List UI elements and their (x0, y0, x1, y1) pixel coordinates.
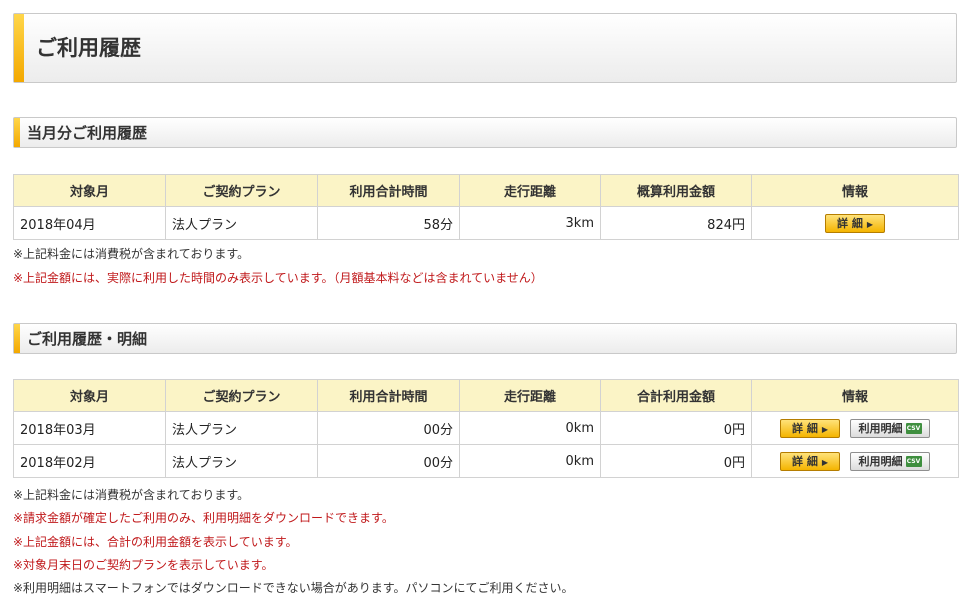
col-header-amount: 概算利用金額 (600, 174, 752, 207)
page-header: ご利用履歴 (13, 13, 957, 83)
note-month-end-plan: ※対象月末日のご契約プランを表示しています。 (13, 558, 274, 572)
col-header-info: 情報 (751, 174, 959, 207)
csv-icon: CSV (905, 423, 922, 434)
note-actual-time-only: ※上記金額には、実際に利用した時間のみ表示しています。（月額基本料などは含まれて… (13, 271, 543, 285)
table-row: 2018年04月 法人プラン 58分 3km 824円 詳 細 ▶ (13, 206, 959, 240)
cell-plan: 法人プラン (165, 206, 318, 240)
statement-download-button[interactable]: 利用明細 CSV (850, 451, 930, 471)
col-header-time: 利用合計時間 (317, 174, 460, 207)
header-accent-bar (14, 14, 24, 82)
note-tax-included: ※上記料金には消費税が含まれております。 (13, 247, 250, 261)
statement-button-label: 利用明細 (858, 454, 903, 468)
page-title: ご利用履歴 (36, 36, 141, 60)
col-header-info: 情報 (751, 379, 959, 412)
cell-month: 2018年02月 (13, 444, 166, 478)
cell-distance: 3km (459, 206, 601, 240)
cell-time: 00分 (317, 444, 460, 478)
col-header-plan: ご契約プラン (165, 379, 318, 412)
statement-button-label: 利用明細 (858, 421, 903, 435)
col-header-month: 対象月 (13, 379, 166, 412)
detail-button-label: 詳 細 (792, 421, 818, 435)
col-header-time: 利用合計時間 (317, 379, 460, 412)
cell-info: 詳 細 ▶ (751, 206, 959, 240)
section-accent-bar (14, 118, 20, 147)
history-section-header: ご利用履歴・明細 (13, 323, 957, 354)
note-smartphone-download: ※利用明細はスマートフォンではダウンロードできない場合があります。パソコンにてご… (13, 581, 574, 595)
col-header-distance: 走行距離 (459, 379, 601, 412)
table-header-row: 対象月 ご契約プラン 利用合計時間 走行距離 概算利用金額 情報 (13, 174, 959, 207)
table-header-row: 対象月 ご契約プラン 利用合計時間 走行距離 合計利用金額 情報 (13, 379, 959, 412)
history-table: 対象月 ご契約プラン 利用合計時間 走行距離 合計利用金額 情報 2018年03… (13, 379, 959, 478)
play-arrow-icon: ▶ (866, 219, 873, 229)
cell-month: 2018年04月 (13, 206, 166, 240)
current-month-section-title: 当月分ご利用履歴 (27, 124, 148, 142)
cell-distance: 0km (459, 444, 601, 478)
section-accent-bar (14, 324, 20, 353)
table-row: 2018年03月 法人プラン 00分 0km 0円 詳 細 ▶ 利用明細 CSV (13, 411, 959, 445)
note-download-confirmed-only: ※請求金額が確定したご利用のみ、利用明細をダウンロードできます。 (13, 511, 394, 525)
detail-button-label: 詳 細 (792, 454, 818, 468)
note-total-amount: ※上記金額には、合計の利用金額を表示しています。 (13, 535, 298, 549)
detail-button[interactable]: 詳 細 ▶ (780, 418, 840, 438)
col-header-distance: 走行距離 (459, 174, 601, 207)
col-header-amount: 合計利用金額 (600, 379, 752, 412)
detail-button[interactable]: 詳 細 ▶ (825, 213, 885, 233)
col-header-plan: ご契約プラン (165, 174, 318, 207)
current-month-table: 対象月 ご契約プラン 利用合計時間 走行距離 概算利用金額 情報 2018年04… (13, 174, 959, 240)
cell-info: 詳 細 ▶ 利用明細 CSV (751, 411, 959, 445)
col-header-month: 対象月 (13, 174, 166, 207)
play-arrow-icon: ▶ (821, 424, 828, 434)
detail-button[interactable]: 詳 細 ▶ (780, 451, 840, 471)
cell-plan: 法人プラン (165, 444, 318, 478)
detail-button-label: 詳 細 (837, 216, 863, 230)
play-arrow-icon: ▶ (821, 457, 828, 467)
statement-download-button[interactable]: 利用明細 CSV (850, 418, 930, 438)
cell-month: 2018年03月 (13, 411, 166, 445)
history-section-title: ご利用履歴・明細 (27, 330, 148, 348)
note-tax-included: ※上記料金には消費税が含まれております。 (13, 488, 250, 502)
cell-amount: 0円 (600, 411, 752, 445)
csv-icon: CSV (905, 456, 922, 467)
cell-amount: 824円 (600, 206, 752, 240)
cell-time: 58分 (317, 206, 460, 240)
table-row: 2018年02月 法人プラン 00分 0km 0円 詳 細 ▶ 利用明細 CSV (13, 444, 959, 478)
current-month-section-header: 当月分ご利用履歴 (13, 117, 957, 148)
cell-plan: 法人プラン (165, 411, 318, 445)
cell-info: 詳 細 ▶ 利用明細 CSV (751, 444, 959, 478)
cell-amount: 0円 (600, 444, 752, 478)
cell-time: 00分 (317, 411, 460, 445)
cell-distance: 0km (459, 411, 601, 445)
